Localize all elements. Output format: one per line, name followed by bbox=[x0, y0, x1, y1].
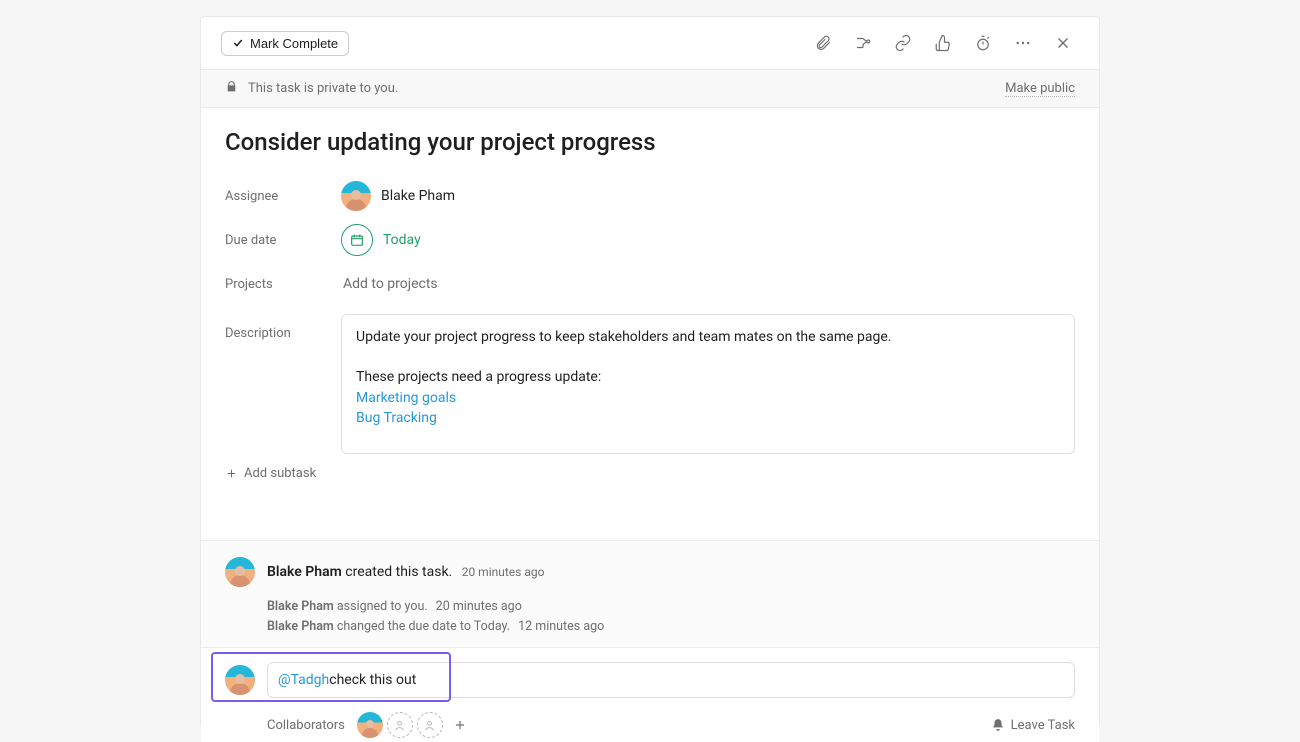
activity-item-ts: 12 minutes ago bbox=[518, 619, 604, 634]
like-button[interactable] bbox=[927, 27, 959, 59]
timer-button[interactable] bbox=[967, 27, 999, 59]
add-subtask-label: Add subtask bbox=[244, 466, 316, 481]
check-icon bbox=[232, 37, 244, 49]
activity-heading: Blake Pham created this task. 20 minutes… bbox=[225, 557, 1075, 587]
lock-icon bbox=[225, 80, 238, 97]
attachment-button[interactable] bbox=[807, 27, 839, 59]
task-detail-panel: Mark Complete This task is private to yo bbox=[200, 16, 1100, 728]
description-row: Description Update your project progress… bbox=[225, 314, 1075, 454]
add-to-projects-button[interactable]: Add to projects bbox=[341, 276, 438, 292]
activity-feed: Blake Pham created this task. 20 minutes… bbox=[201, 540, 1099, 647]
due-date-label: Due date bbox=[225, 233, 341, 248]
calendar-icon bbox=[341, 224, 373, 256]
activity-item-actor: Blake Pham bbox=[267, 619, 334, 634]
plus-icon bbox=[453, 718, 467, 732]
add-collaborator-button[interactable] bbox=[447, 712, 473, 738]
projects-label: Projects bbox=[225, 277, 341, 292]
mark-complete-label: Mark Complete bbox=[250, 36, 338, 51]
thumbs-up-icon bbox=[934, 34, 952, 52]
collaborator-placeholder[interactable] bbox=[387, 712, 413, 738]
comment-mention: @Tadgh bbox=[278, 672, 329, 688]
projects-row: Projects Add to projects bbox=[225, 262, 1075, 306]
stopwatch-icon bbox=[974, 34, 992, 52]
activity-sub-list: Blake Pham assigned to you. 20 minutes ag… bbox=[267, 597, 1075, 637]
privacy-message: This task is private to you. bbox=[248, 81, 398, 96]
subtasks-button[interactable] bbox=[847, 27, 879, 59]
collaborators-avatars bbox=[357, 712, 473, 738]
activity-heading-ts: 20 minutes ago bbox=[462, 565, 545, 579]
task-content: Consider updating your project progress … bbox=[201, 108, 1099, 492]
add-subtask-button[interactable]: Add subtask bbox=[225, 466, 316, 481]
copy-link-button[interactable] bbox=[887, 27, 919, 59]
privacy-bar: This task is private to you. Make public bbox=[201, 70, 1099, 108]
collaborator-placeholder[interactable] bbox=[417, 712, 443, 738]
task-title[interactable]: Consider updating your project progress bbox=[225, 128, 1075, 156]
person-icon bbox=[423, 719, 436, 732]
leave-task-label: Leave Task bbox=[1011, 718, 1075, 733]
toolbar: Mark Complete bbox=[201, 17, 1099, 70]
due-date-value[interactable]: Today bbox=[341, 224, 421, 256]
collaborators-label: Collaborators bbox=[267, 718, 345, 733]
paperclip-icon bbox=[814, 34, 832, 52]
activity-action: created this task. bbox=[342, 564, 452, 580]
activity-item: Blake Pham assigned to you. 20 minutes ag… bbox=[267, 597, 1075, 617]
activity-avatar[interactable] bbox=[225, 557, 255, 587]
subtasks-icon bbox=[854, 34, 872, 52]
description-link-1[interactable]: Marketing goals bbox=[356, 388, 1060, 408]
more-actions-button[interactable] bbox=[1007, 27, 1039, 59]
comment-text: check this out bbox=[329, 672, 416, 688]
activity-item-text: assigned to you. bbox=[334, 599, 428, 614]
assignee-avatar[interactable] bbox=[341, 181, 371, 211]
make-public-link[interactable]: Make public bbox=[1005, 81, 1075, 97]
assignee-label: Assignee bbox=[225, 189, 341, 204]
close-button[interactable] bbox=[1047, 27, 1079, 59]
description-line-1: Update your project progress to keep sta… bbox=[356, 327, 1060, 347]
description-line-2: These projects need a progress update: bbox=[356, 367, 1060, 387]
plus-icon bbox=[225, 467, 238, 480]
activity-item: Blake Pham changed the due date to Today… bbox=[267, 617, 1075, 637]
assignee-row: Assignee Blake Pham bbox=[225, 174, 1075, 218]
link-icon bbox=[894, 34, 912, 52]
description-label: Description bbox=[225, 314, 341, 341]
person-icon bbox=[393, 719, 406, 732]
activity-item-actor: Blake Pham bbox=[267, 599, 334, 614]
comment-avatar[interactable] bbox=[225, 665, 255, 695]
due-date-text: Today bbox=[383, 232, 421, 248]
description-link-2[interactable]: Bug Tracking bbox=[356, 408, 1060, 428]
activity-item-text: changed the due date to Today. bbox=[334, 619, 510, 634]
leave-task-button[interactable]: Leave Task bbox=[991, 718, 1075, 733]
activity-actor: Blake Pham bbox=[267, 564, 342, 580]
activity-item-ts: 20 minutes ago bbox=[436, 599, 522, 614]
due-date-row: Due date Today bbox=[225, 218, 1075, 262]
bell-icon bbox=[991, 718, 1005, 732]
comment-input[interactable]: @Tadgh check this out bbox=[267, 662, 1075, 698]
mark-complete-button[interactable]: Mark Complete bbox=[221, 31, 349, 56]
footer-bar: Collaborators Leave Task bbox=[201, 698, 1099, 742]
collaborator-avatar[interactable] bbox=[357, 712, 383, 738]
close-icon bbox=[1054, 34, 1072, 52]
assignee-name[interactable]: Blake Pham bbox=[381, 188, 455, 204]
description-box[interactable]: Update your project progress to keep sta… bbox=[341, 314, 1075, 454]
comment-area: @Tadgh check this out bbox=[201, 647, 1099, 698]
more-icon bbox=[1014, 34, 1032, 52]
